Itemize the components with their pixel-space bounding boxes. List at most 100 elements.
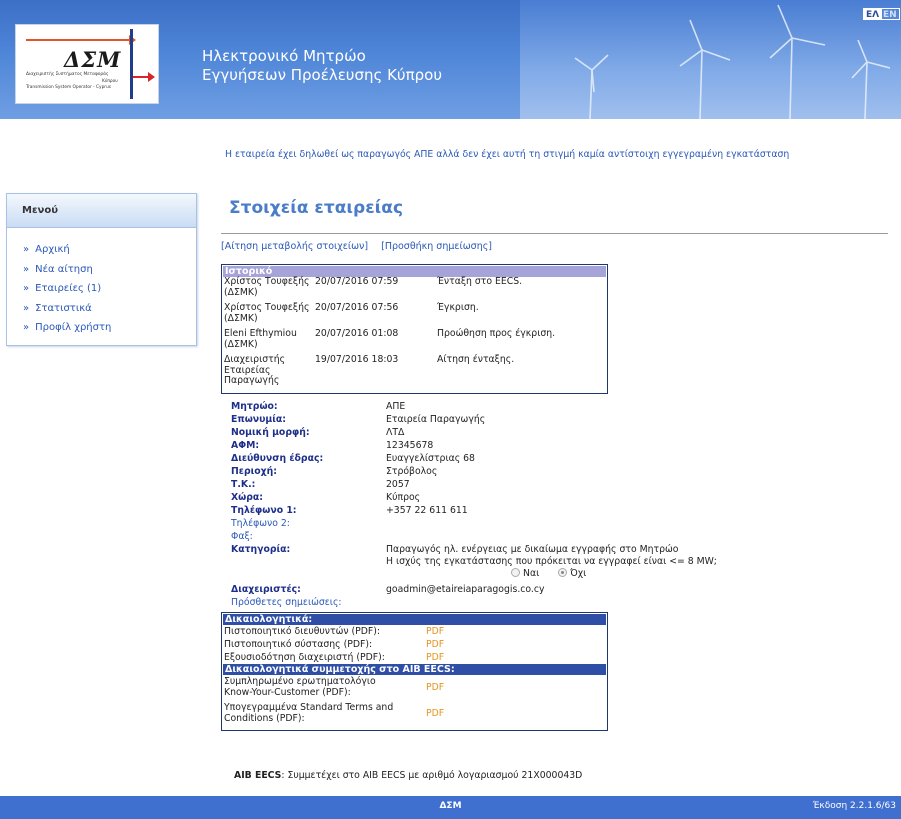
field-value: Ευαγγελίστριας 68 xyxy=(386,453,475,464)
history-action: Έγκριση. xyxy=(437,302,479,313)
history-action: Προώθηση προς έγκριση. xyxy=(437,328,556,339)
sidebar-menu: Μενού » Αρχική » Νέα αίτηση » Εταιρείες (1)… xyxy=(6,193,197,346)
document-row: Πιστοποιητικό διευθυντών (PDF): PDF xyxy=(222,625,607,638)
menu-list: » Αρχική » Νέα αίτηση » Εταιρείες (1) » Στατ… xyxy=(7,228,196,342)
footer: ΔΣΜ Έκδοση 2.2.1.6/63 xyxy=(0,796,901,819)
chevron-right-icon: » xyxy=(23,283,30,294)
aib-status: AIB EECS: Συμμετέχει στο AIB EECS με αρι… xyxy=(234,770,582,781)
aib-documents-header: Δικαιολογητικά συμμετοχής στο AIB EECS: xyxy=(223,664,606,675)
document-row: Υπογεγραμμένα Standard Terms and Conditi… xyxy=(222,701,607,727)
history-user: Eleni Efthymiou (ΔΣΜΚ) xyxy=(224,328,297,350)
field-label: Φαξ: xyxy=(231,531,253,542)
field-notes: Πρόσθετες σημειώσεις: xyxy=(231,596,791,609)
chevron-right-icon: » xyxy=(23,244,30,255)
field-value: ΑΠΕ xyxy=(386,401,406,412)
menu-item-label: Αρχική xyxy=(35,244,70,255)
document-label: Εξουσιοδότηση διαχειριστή (PDF): xyxy=(224,652,385,663)
field-fax: Φαξ: xyxy=(231,530,791,543)
history-date: 20/07/2016 07:59 xyxy=(315,276,399,287)
history-row: Χρίστος Τουφεξής (ΔΣΜΚ) 20/07/2016 07:59… xyxy=(222,276,607,303)
chevron-right-icon: » xyxy=(23,263,30,275)
chevron-right-icon: » xyxy=(23,322,30,333)
pdf-link[interactable]: PDF xyxy=(426,638,444,651)
lang-en-button[interactable]: EN xyxy=(880,8,900,20)
pdf-link[interactable]: PDF xyxy=(426,708,444,719)
radio-no-label: Όχι xyxy=(570,568,587,579)
field-label: Επωνυμία: xyxy=(231,414,286,425)
company-details: Μητρώο: ΑΠΕ Επωνυμία: Εταιρεία Παραγωγής… xyxy=(231,400,791,609)
field-value: Στρόβολος xyxy=(386,466,438,477)
history-row: Διαχειριστής Εταιρείας Παραγωγής 19/07/2… xyxy=(222,354,607,391)
aib-text: : Συμμετέχει στο AIB EECS με αριθμό λογα… xyxy=(281,770,583,781)
document-row: Πιστοποιητικό σύστασης (PDF): PDF xyxy=(222,638,607,651)
field-registry: Μητρώο: ΑΠΕ xyxy=(231,400,791,413)
history-action: Ένταξη στο EECS. xyxy=(437,276,523,287)
logo-subtitle-country: Κύπρου xyxy=(102,79,118,84)
field-value: 12345678 xyxy=(386,440,434,451)
field-tin: ΑΦΜ: 12345678 xyxy=(231,439,791,452)
field-label: Νομική μορφή: xyxy=(231,427,310,438)
history-date: 20/07/2016 07:56 xyxy=(315,302,399,313)
document-row: Συμπληρωμένο ερωτηματολόγιο Know-Your-Cu… xyxy=(222,675,607,701)
pdf-link[interactable]: PDF xyxy=(426,625,444,638)
wind-turbines-image xyxy=(574,4,891,119)
site-title-line1: Ηλεκτρονικό Μητρώο xyxy=(202,47,366,65)
documents-panel: Δικαιολογητικά: Πιστοποιητικό διευθυντών… xyxy=(221,612,608,731)
company-notice: Η εταιρεία έχει δηλωθεί ως παραγωγός ΑΠΕ… xyxy=(225,149,790,160)
add-note-link[interactable]: [Προσθήκη σημείωσης] xyxy=(381,241,492,252)
menu-item-user-profile[interactable]: » Προφίλ χρήστη xyxy=(23,322,196,342)
menu-item-new-application[interactable]: » Νέα αίτηση xyxy=(23,264,196,284)
field-country: Χώρα: Κύπρος xyxy=(231,491,791,504)
pdf-link[interactable]: PDF xyxy=(426,682,444,693)
menu-item-home[interactable]: » Αρχική xyxy=(23,244,196,264)
history-user: Διαχειριστής Εταιρείας Παραγωγής xyxy=(224,354,286,386)
category-value: Παραγωγός ηλ. ενέργειας με δικαίωμα εγγρ… xyxy=(386,544,679,555)
footer-title: ΔΣΜ xyxy=(439,801,462,811)
field-postcode: Τ.Κ.: 2057 xyxy=(231,478,791,491)
version-label: Έκδοση 2.2.1.6/63 xyxy=(812,801,896,811)
menu-item-label: Νέα αίτηση xyxy=(35,263,93,275)
request-change-link[interactable]: [Αίτηση μεταβολής στοιχείων] xyxy=(221,241,368,252)
menu-item-companies[interactable]: » Εταιρείες (1) xyxy=(23,283,196,303)
site-title-line2: Εγγυήσεων Προέλευσης Κύπρου xyxy=(202,66,442,84)
field-legal-form: Νομική μορφή: ΛΤΔ xyxy=(231,426,791,439)
radio-no-icon xyxy=(558,568,568,577)
field-value: Εταιρεία Παραγωγής xyxy=(386,414,486,425)
field-area: Περιοχή: Στρόβολος xyxy=(231,465,791,478)
logo-arrow-bottom xyxy=(133,72,155,82)
radio-yes[interactable]: Ναι xyxy=(511,568,539,579)
field-phone1: Τηλέφωνο 1: +357 22 611 611 xyxy=(231,504,791,517)
field-label: Περιοχή: xyxy=(231,466,277,477)
field-label: Πρόσθετες σημειώσεις: xyxy=(231,597,342,608)
document-label: Πιστοποιητικό διευθυντών (PDF): xyxy=(224,626,381,637)
history-date: 19/07/2016 18:03 xyxy=(315,354,399,365)
history-row: Χρίστος Τουφεξής (ΔΣΜΚ) 20/07/2016 07:56… xyxy=(222,302,607,329)
document-row: Εξουσιοδότηση διαχειριστή (PDF): PDF xyxy=(222,651,607,664)
radio-no[interactable]: Όχι xyxy=(558,568,586,579)
field-value: Κύπρος xyxy=(386,492,421,503)
radio-yes-icon xyxy=(511,568,520,577)
document-label: Πιστοποιητικό σύστασης (PDF): xyxy=(224,639,373,650)
capacity-question: Η ισχύς της εγκατάστασης που πρόκειται ν… xyxy=(386,556,717,567)
header-banner: ΔΣΜ Διαχειριστής Συστήματος Μεταφοράς Κύ… xyxy=(0,0,901,119)
field-value: ΛΤΔ xyxy=(386,427,405,438)
pdf-link[interactable]: PDF xyxy=(426,651,444,664)
field-value: goadmin@etaireiaparagogis.co.cy xyxy=(386,584,545,595)
field-label: Τ.Κ.: xyxy=(231,479,256,490)
field-label: ΑΦΜ: xyxy=(231,440,260,451)
logo-arrow-top xyxy=(26,35,136,45)
field-label: Διεύθυνση έδρας: xyxy=(231,453,324,464)
logo-subtitle: Διαχειριστής Συστήματος Μεταφοράς xyxy=(26,72,109,77)
field-label: Τηλέφωνο 2: xyxy=(231,518,290,529)
field-label: Διαχειριστές: xyxy=(231,584,301,595)
field-label: Χώρα: xyxy=(231,492,264,503)
page: ΔΣΜ Διαχειριστής Συστήματος Μεταφοράς Κύ… xyxy=(0,0,901,819)
history-user: Χρίστος Τουφεξής (ΔΣΜΚ) xyxy=(224,276,310,298)
menu-item-label: Προφίλ χρήστη xyxy=(35,322,112,333)
history-action: Αίτηση ένταξης. xyxy=(437,354,515,365)
menu-item-label: Στατιστικά xyxy=(35,302,92,314)
dsm-logo[interactable]: ΔΣΜ Διαχειριστής Συστήματος Μεταφοράς Κύ… xyxy=(15,24,159,104)
action-links: [Αίτηση μεταβολής στοιχείων] [Προσθήκη σ… xyxy=(221,241,502,252)
menu-item-statistics[interactable]: » Στατιστικά xyxy=(23,303,196,323)
field-admins: Διαχειριστές: goadmin@etaireiaparagogis.… xyxy=(231,583,791,596)
